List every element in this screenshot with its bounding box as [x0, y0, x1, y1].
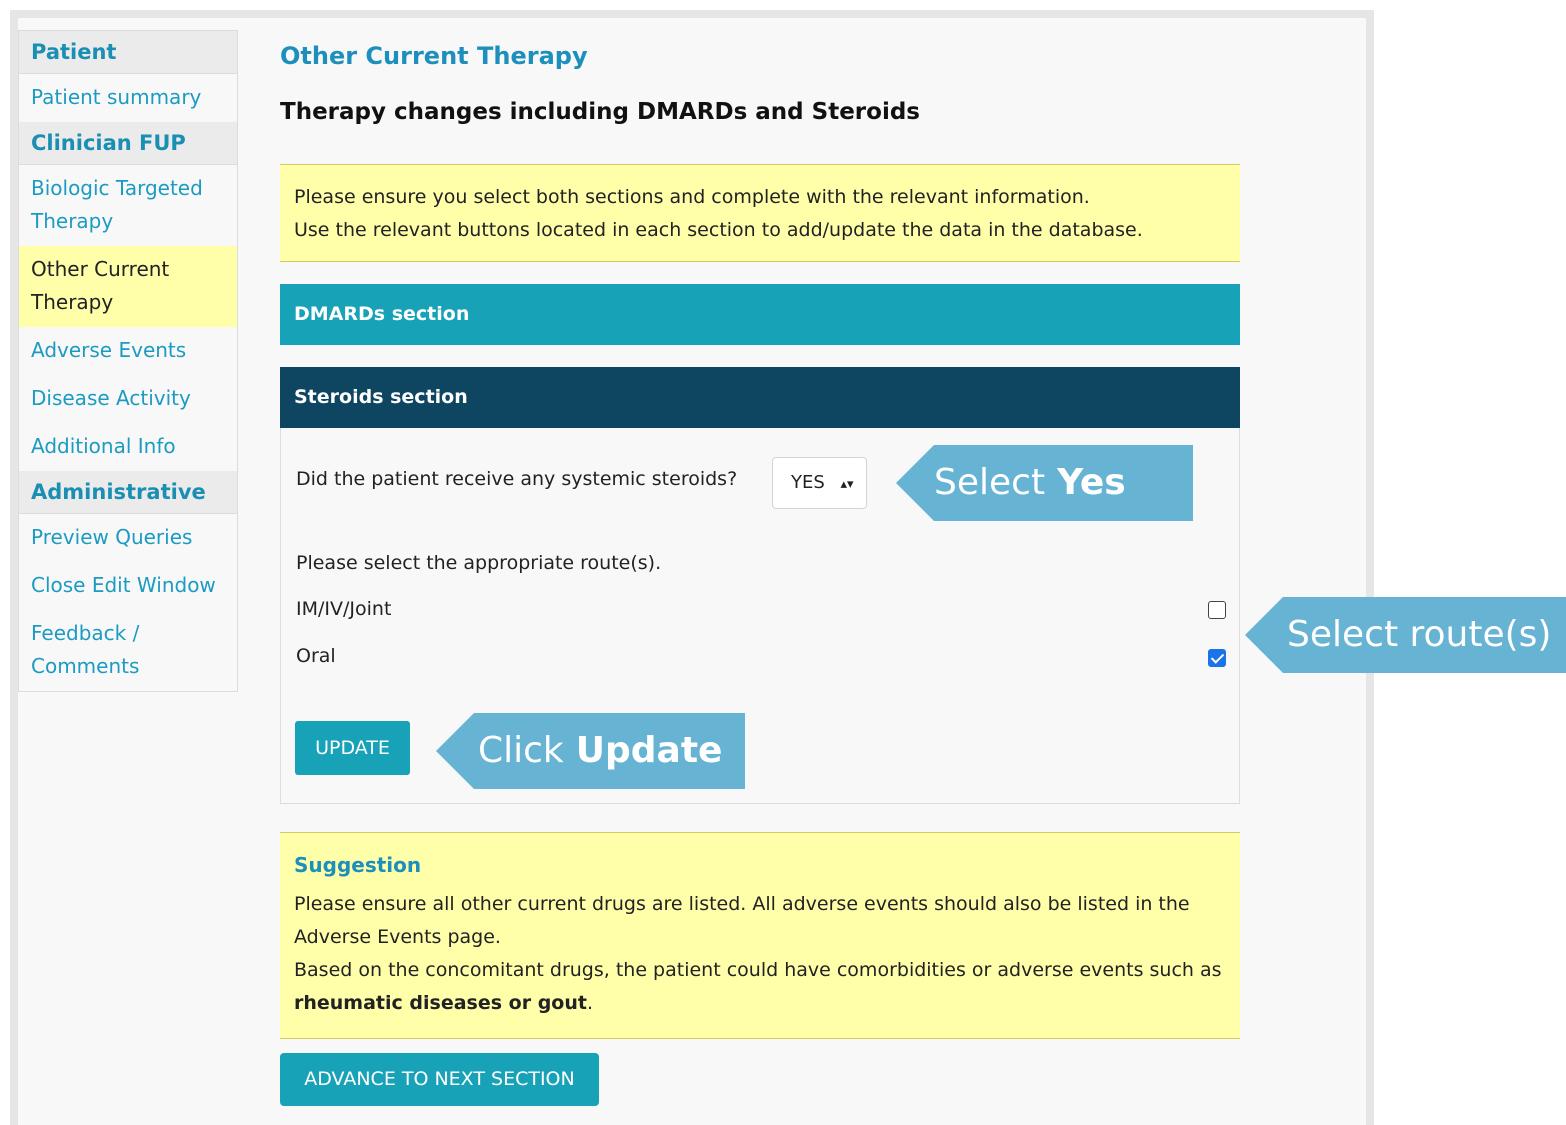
- notice-line-1: Please ensure you select both sections a…: [294, 186, 1090, 208]
- callout-select-yes-bold: Yes: [1057, 462, 1126, 503]
- sidebar-nav: Patient Patient summary Clinician FUP Bi…: [18, 30, 238, 692]
- sidebar-item-biologic-therapy[interactable]: Biologic Targeted Therapy: [19, 165, 237, 246]
- notice-box: Please ensure you select both sections a…: [280, 164, 1240, 262]
- callout-click-update-bold: Update: [575, 730, 723, 771]
- notice-line-2: Use the relevant buttons located in each…: [294, 219, 1143, 241]
- sidebar-item-close-edit-window[interactable]: Close Edit Window: [19, 562, 237, 610]
- callout-select-yes-prefix: Select: [934, 462, 1046, 503]
- route-checkbox-oral[interactable]: [1208, 649, 1226, 667]
- callout-select-yes: Select Yes: [896, 445, 1193, 521]
- steroid-select-value: YES: [791, 472, 825, 493]
- sidebar-item-disease-activity[interactable]: Disease Activity: [19, 375, 237, 423]
- steroids-section-header[interactable]: Steroids section: [280, 367, 1240, 428]
- page-title: Other Current Therapy: [280, 42, 588, 70]
- sidebar-item-feedback[interactable]: Feedback / Comments: [19, 610, 237, 691]
- callout-click-update: Click Update: [436, 713, 745, 789]
- suggestion-line-2-prefix: Based on the concomitant drugs, the pati…: [294, 959, 1222, 981]
- suggestion-line-1: Please ensure all other current drugs ar…: [294, 893, 1190, 948]
- dmards-section-header[interactable]: DMARDs section: [280, 284, 1240, 345]
- sidebar-item-adverse-events[interactable]: Adverse Events: [19, 327, 237, 375]
- select-updown-icon: ▴▾: [840, 477, 854, 492]
- suggestion-line-2-suffix: .: [586, 992, 593, 1014]
- callout-select-route: Select route(s): [1245, 597, 1566, 673]
- route-prompt: Please select the appropriate route(s).: [296, 552, 662, 574]
- page-subtitle: Therapy changes including DMARDs and Ste…: [280, 99, 920, 125]
- sidebar-item-other-therapy[interactable]: Other Current Therapy: [19, 246, 237, 327]
- main-content: Other Current Therapy Therapy changes in…: [280, 30, 1240, 804]
- route-label-oral: Oral: [296, 645, 336, 667]
- suggestion-line-2: Based on the concomitant drugs, the pati…: [294, 954, 1226, 1020]
- suggestion-line-2-bold: rheumatic diseases or gout: [294, 992, 587, 1014]
- sidebar-heading-clinician: Clinician FUP: [19, 122, 237, 165]
- sidebar-item-patient-summary[interactable]: Patient summary: [19, 74, 237, 122]
- sidebar-heading-administrative: Administrative: [19, 471, 237, 514]
- steroid-select[interactable]: YES ▴▾: [772, 457, 867, 509]
- steroid-question: Did the patient receive any systemic ste…: [296, 468, 738, 490]
- route-checkbox-im-iv-joint[interactable]: [1208, 601, 1226, 619]
- suggestion-box: Suggestion Please ensure all other curre…: [280, 832, 1240, 1039]
- suggestion-title: Suggestion: [294, 853, 422, 877]
- advance-next-section-button[interactable]: ADVANCE TO NEXT SECTION: [280, 1053, 599, 1106]
- sidebar-item-additional-info[interactable]: Additional Info: [19, 423, 237, 471]
- update-button[interactable]: UPDATE: [295, 721, 410, 775]
- route-label-im-iv-joint: IM/IV/Joint: [296, 598, 392, 620]
- sidebar-item-preview-queries[interactable]: Preview Queries: [19, 514, 237, 562]
- callout-click-update-prefix: Click: [478, 730, 564, 771]
- sidebar-heading-patient: Patient: [19, 31, 237, 74]
